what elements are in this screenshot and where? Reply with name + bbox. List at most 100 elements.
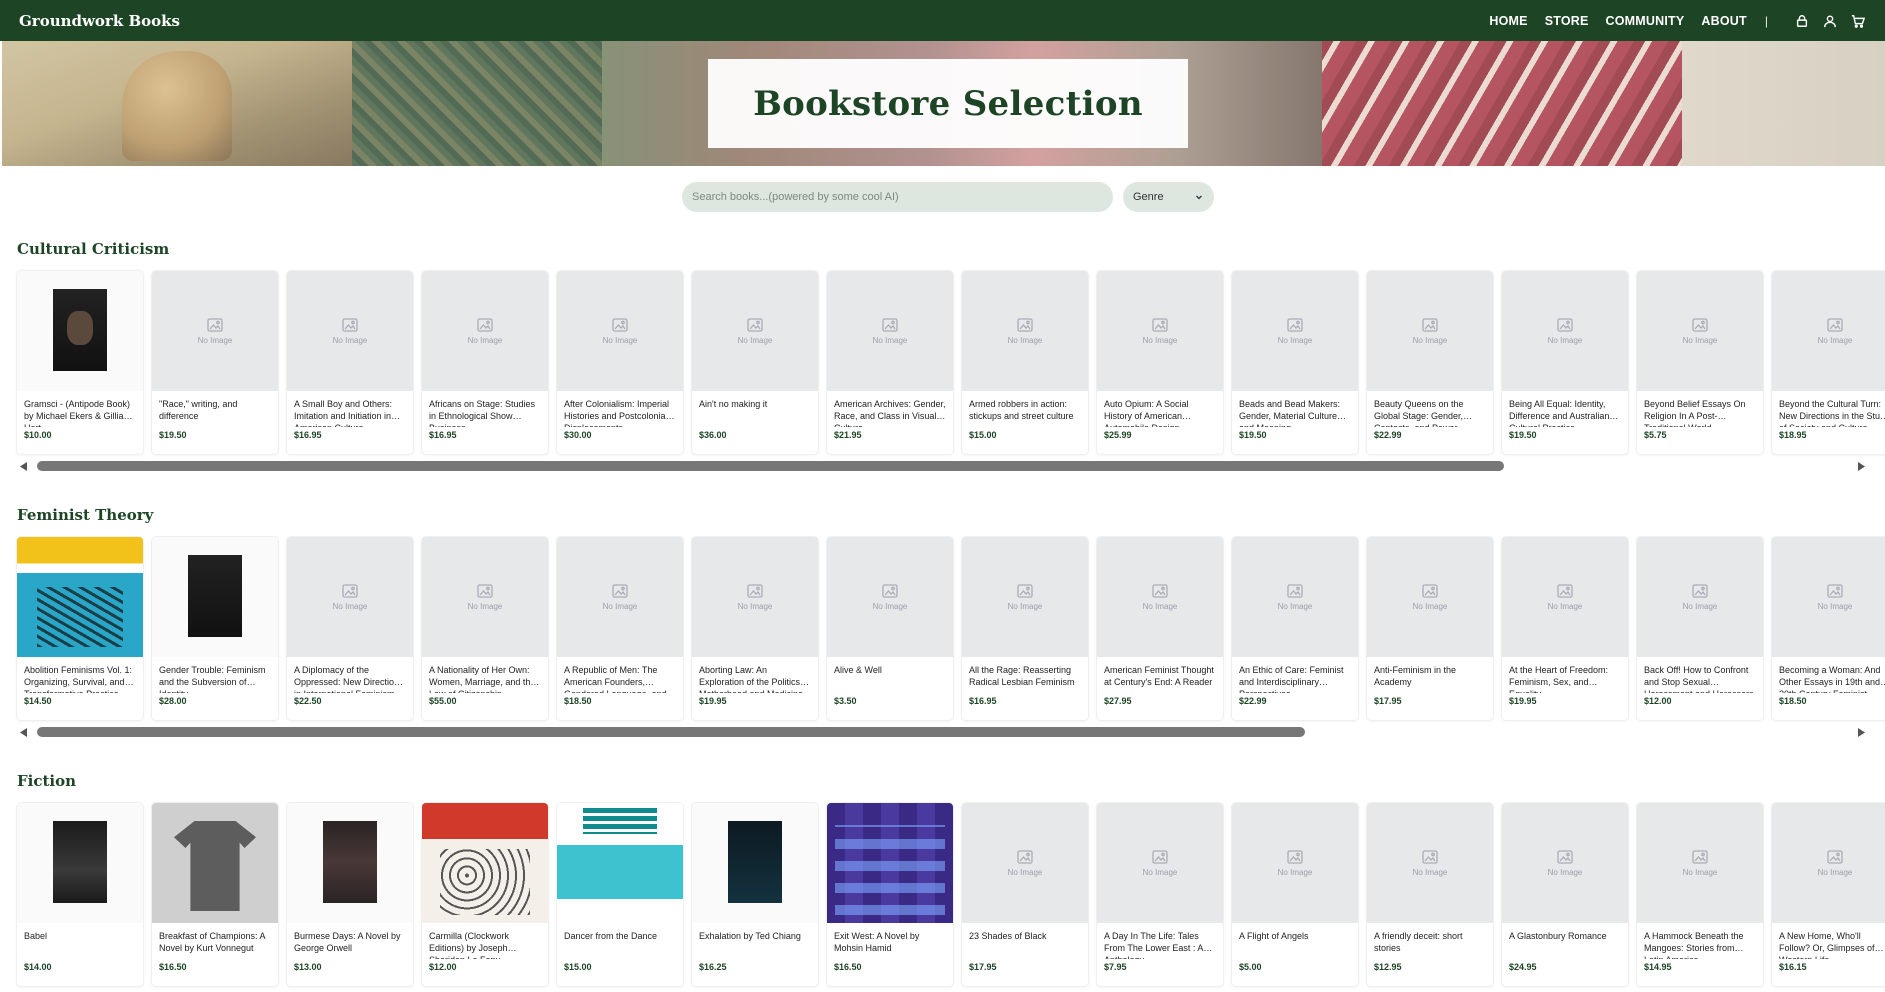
nav-community-link[interactable]: COMMUNITY xyxy=(1606,14,1685,28)
book-title[interactable]: American Feminist Thought at Century's E… xyxy=(1097,657,1223,693)
book-card[interactable]: No Image Alive & Well $3.50 xyxy=(827,537,953,720)
book-card[interactable]: No Image Becoming a Woman: And Other Essa… xyxy=(1772,537,1885,720)
book-title[interactable]: A Diplomacy of the Oppressed: New Direct… xyxy=(287,657,413,693)
book-cover-placeholder[interactable]: No Image xyxy=(962,271,1088,391)
genre-dropdown[interactable]: Genre xyxy=(1123,182,1214,212)
book-title[interactable]: Beauty Queens on the Global Stage: Gende… xyxy=(1367,391,1493,427)
book-title[interactable]: A Small Boy and Others: Imitation and In… xyxy=(287,391,413,427)
book-card[interactable]: No Image American Archives: Gender, Race,… xyxy=(827,271,953,454)
book-cover-placeholder[interactable]: No Image xyxy=(1502,803,1628,923)
book-card[interactable]: No Image A Glastonbury Romance $24.95 xyxy=(1502,803,1628,986)
carousel-scrollbar[interactable] xyxy=(17,459,1868,473)
book-title[interactable]: Anti-Feminism in the Academy xyxy=(1367,657,1493,693)
book-cover[interactable] xyxy=(692,803,818,923)
book-cover-placeholder[interactable]: No Image xyxy=(1502,537,1628,657)
book-card[interactable]: No Image A Day In The Life: Tales From Th… xyxy=(1097,803,1223,986)
book-card[interactable]: Gender Trouble: Feminism and the Subvers… xyxy=(152,537,278,720)
book-cover-placeholder[interactable]: No Image xyxy=(287,271,413,391)
book-cover-placeholder[interactable]: No Image xyxy=(1097,537,1223,657)
book-title[interactable]: 23 Shades of Black xyxy=(962,923,1088,959)
book-card[interactable]: No Image A Flight of Angels $5.00 xyxy=(1232,803,1358,986)
scroll-left-arrow-icon[interactable] xyxy=(17,725,31,739)
book-cover[interactable] xyxy=(422,803,548,923)
book-title[interactable]: Burmese Days: A Novel by George Orwell xyxy=(287,923,413,959)
book-card[interactable]: No Image Ain't no making it $36.00 xyxy=(692,271,818,454)
book-cover-placeholder[interactable]: No Image xyxy=(1232,803,1358,923)
book-card[interactable]: No Image 23 Shades of Black $17.95 xyxy=(962,803,1088,986)
book-card[interactable]: Exit West: A Novel by Mohsin Hamid $16.50 xyxy=(827,803,953,986)
nav-store-link[interactable]: STORE xyxy=(1545,14,1589,28)
book-card[interactable]: No Image Beyond Belief Essays On Religion… xyxy=(1637,271,1763,454)
book-cover-placeholder[interactable]: No Image xyxy=(1772,803,1885,923)
book-card[interactable]: Exhalation by Ted Chiang $16.25 xyxy=(692,803,818,986)
book-cover-placeholder[interactable]: No Image xyxy=(962,803,1088,923)
book-title[interactable]: Gender Trouble: Feminism and the Subvers… xyxy=(152,657,278,693)
book-title[interactable]: A Republic of Men: The American Founders… xyxy=(557,657,683,693)
book-title[interactable]: Armed robbers in action: stickups and st… xyxy=(962,391,1088,427)
book-cover-placeholder[interactable]: No Image xyxy=(962,537,1088,657)
book-cover-placeholder[interactable]: No Image xyxy=(1232,271,1358,391)
book-cover-placeholder[interactable]: No Image xyxy=(152,271,278,391)
book-title[interactable]: Beyond Belief Essays On Religion In A Po… xyxy=(1637,391,1763,427)
brand-logo[interactable]: Groundwork Books xyxy=(19,12,180,30)
book-card[interactable]: No Image A Diplomacy of the Oppressed: Ne… xyxy=(287,537,413,720)
book-title[interactable]: At the Heart of Freedom: Feminism, Sex, … xyxy=(1502,657,1628,693)
book-card[interactable]: Gramsci - (Antipode Book) by Michael Eke… xyxy=(17,271,143,454)
book-cover[interactable] xyxy=(287,803,413,923)
book-cover[interactable] xyxy=(17,537,143,657)
book-title[interactable]: Exit West: A Novel by Mohsin Hamid xyxy=(827,923,953,959)
book-title[interactable]: A New Home, Who'll Follow? Or, Glimpses … xyxy=(1772,923,1885,959)
book-card[interactable]: No Image Africans on Stage: Studies in Et… xyxy=(422,271,548,454)
book-title[interactable]: Auto Opium: A Social History of American… xyxy=(1097,391,1223,427)
book-cover-placeholder[interactable]: No Image xyxy=(1367,803,1493,923)
book-title[interactable]: All the Rage: Reasserting Radical Lesbia… xyxy=(962,657,1088,693)
book-card[interactable]: No Image Auto Opium: A Social History of … xyxy=(1097,271,1223,454)
book-card[interactable]: No Image Back Off! How to Confront and St… xyxy=(1637,537,1763,720)
book-title[interactable]: A Flight of Angels xyxy=(1232,923,1358,959)
book-cover[interactable] xyxy=(17,803,143,923)
book-cover-placeholder[interactable]: No Image xyxy=(1232,537,1358,657)
book-card[interactable]: No Image A Republic of Men: The American … xyxy=(557,537,683,720)
scrollbar-track[interactable] xyxy=(37,727,1848,737)
book-title[interactable]: Breakfast of Champions: A Novel by Kurt … xyxy=(152,923,278,959)
book-title[interactable]: A Hammock Beneath the Mangoes: Stories f… xyxy=(1637,923,1763,959)
book-cover[interactable] xyxy=(152,803,278,923)
book-title[interactable]: A Glastonbury Romance xyxy=(1502,923,1628,959)
book-cover-placeholder[interactable]: No Image xyxy=(422,271,548,391)
book-title[interactable]: After Colonialism: Imperial Histories an… xyxy=(557,391,683,427)
nav-about-link[interactable]: ABOUT xyxy=(1701,14,1746,28)
book-cover-placeholder[interactable]: No Image xyxy=(1637,803,1763,923)
book-cover-placeholder[interactable]: No Image xyxy=(1772,271,1885,391)
book-cover-placeholder[interactable]: No Image xyxy=(1637,271,1763,391)
book-title[interactable]: Africans on Stage: Studies in Ethnologic… xyxy=(422,391,548,427)
book-card[interactable]: No Image At the Heart of Freedom: Feminis… xyxy=(1502,537,1628,720)
book-title[interactable]: A Nationality of Her Own: Women, Marriag… xyxy=(422,657,548,693)
book-cover-placeholder[interactable]: No Image xyxy=(827,537,953,657)
book-card[interactable]: No Image A Small Boy and Others: Imitatio… xyxy=(287,271,413,454)
book-card[interactable]: Breakfast of Champions: A Novel by Kurt … xyxy=(152,803,278,986)
book-cover[interactable] xyxy=(17,271,143,391)
book-title[interactable]: An Ethic of Care: Feminist and Interdisc… xyxy=(1232,657,1358,693)
book-card[interactable]: No Image A New Home, Who'll Follow? Or, G… xyxy=(1772,803,1885,986)
scroll-right-arrow-icon[interactable] xyxy=(1854,725,1868,739)
book-title[interactable]: Dancer from the Dance xyxy=(557,923,683,959)
book-card[interactable]: No Image A friendly deceit: short stories… xyxy=(1367,803,1493,986)
book-cover-placeholder[interactable]: No Image xyxy=(692,271,818,391)
cart-icon[interactable] xyxy=(1850,13,1866,29)
carousel-scrollbar[interactable] xyxy=(17,725,1868,739)
book-card[interactable]: No Image Beads and Bead Makers: Gender, M… xyxy=(1232,271,1358,454)
book-card[interactable]: No Image After Colonialism: Imperial Hist… xyxy=(557,271,683,454)
book-cover-placeholder[interactable]: No Image xyxy=(1637,537,1763,657)
book-card[interactable]: Dancer from the Dance $15.00 xyxy=(557,803,683,986)
book-card[interactable]: No Image All the Rage: Reasserting Radica… xyxy=(962,537,1088,720)
book-cover[interactable] xyxy=(827,803,953,923)
search-input[interactable] xyxy=(682,182,1113,212)
scrollbar-thumb[interactable] xyxy=(37,727,1305,737)
book-title[interactable]: A Day In The Life: Tales From The Lower … xyxy=(1097,923,1223,959)
book-card[interactable]: No Image "Race," writing, and difference $… xyxy=(152,271,278,454)
book-card[interactable]: Carmilla (Clockwork Editions) by Joseph … xyxy=(422,803,548,986)
book-cover[interactable] xyxy=(557,803,683,923)
user-icon[interactable] xyxy=(1822,13,1838,29)
book-card[interactable]: No Image An Ethic of Care: Feminist and I… xyxy=(1232,537,1358,720)
book-cover[interactable] xyxy=(152,537,278,657)
